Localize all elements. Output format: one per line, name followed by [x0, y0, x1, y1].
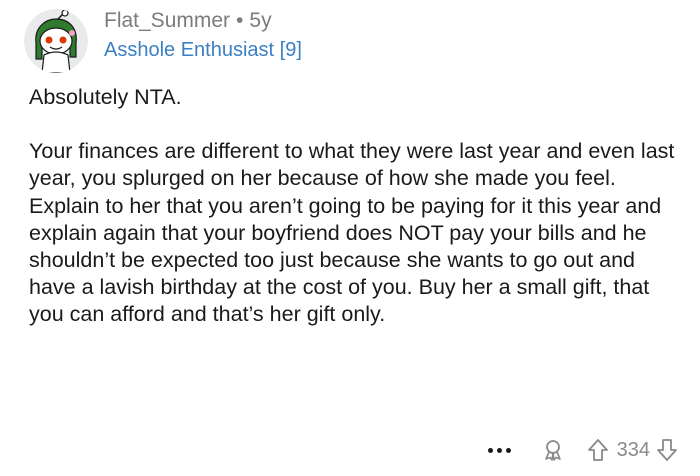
vote-score: 334: [616, 438, 650, 461]
user-flair: Asshole Enthusiast [9]: [104, 39, 302, 61]
separator-dot: •: [236, 9, 244, 32]
comment-paragraph: Your finances are different to what they…: [29, 139, 675, 327]
downvote-arrow-icon[interactable]: [656, 438, 678, 462]
comment-paragraph: Absolutely NTA.: [29, 85, 182, 109]
comment-actions: 334: [487, 432, 678, 468]
comment-age: 5y: [249, 9, 272, 32]
more-options-icon[interactable]: [487, 447, 511, 453]
comment: Flat_Summer • 5y Asshole Enthusiast [9] Ab…: [0, 0, 700, 476]
award-icon[interactable]: [541, 438, 565, 462]
avatar[interactable]: [24, 9, 88, 73]
upvote-arrow-icon[interactable]: [587, 438, 609, 462]
username-link[interactable]: Flat_Summer: [104, 9, 230, 32]
snoo-avatar-icon: [24, 9, 88, 73]
author-line: Flat_Summer • 5y: [104, 8, 302, 34]
comment-header: Flat_Summer • 5y Asshole Enthusiast [9]: [104, 8, 302, 62]
comment-body: Absolutely NTA. Your finances are differ…: [29, 84, 679, 329]
